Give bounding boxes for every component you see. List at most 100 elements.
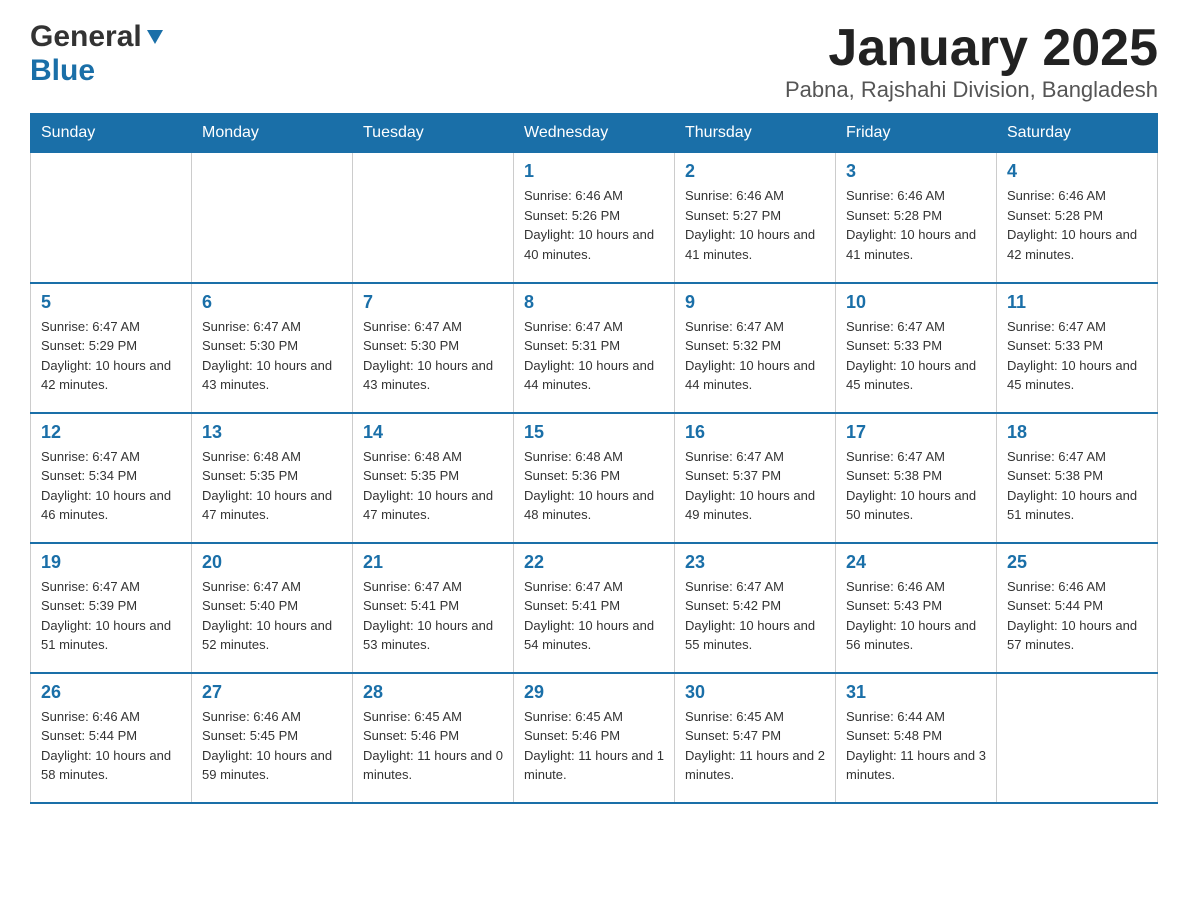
- day-number: 4: [1007, 161, 1147, 182]
- weekday-header-tuesday: Tuesday: [353, 114, 514, 153]
- calendar-cell: 23Sunrise: 6:47 AM Sunset: 5:42 PM Dayli…: [675, 543, 836, 673]
- day-number: 16: [685, 422, 825, 443]
- day-info: Sunrise: 6:46 AM Sunset: 5:44 PM Dayligh…: [41, 707, 181, 785]
- day-info: Sunrise: 6:48 AM Sunset: 5:36 PM Dayligh…: [524, 447, 664, 525]
- calendar-cell: 10 Sunrise: 6:47 AM Sunset: 5:33 PM Dayli…: [836, 283, 997, 413]
- weekday-header-thursday: Thursday: [675, 114, 836, 153]
- logo-triangle-icon: [144, 26, 166, 48]
- day-number: 22: [524, 552, 664, 573]
- page-header: General Blue January 2025 Pabna, Rajshah…: [30, 20, 1158, 103]
- day-number: 13: [202, 422, 342, 443]
- calendar-table: SundayMondayTuesdayWednesdayThursdayFrid…: [30, 113, 1158, 804]
- calendar-cell: 12 Sunrise: 6:47 AM Sunset: 5:34 PM Dayli…: [31, 413, 192, 543]
- calendar-cell: 22 Sunrise: 6:47 AM Sunset: 5:41 PM Dayli…: [514, 543, 675, 673]
- calendar-week-3: 12 Sunrise: 6:47 AM Sunset: 5:34 PM Dayli…: [31, 413, 1158, 543]
- day-info: Sunrise: 6:47 AM Sunset: 5:30 PM Dayligh…: [363, 317, 503, 395]
- day-number: 28: [363, 682, 503, 703]
- day-info: Sunrise: 6:47 AM Sunset: 5:42 PM Dayligh…: [685, 577, 825, 655]
- day-number: 17: [846, 422, 986, 443]
- page-title: January 2025: [785, 20, 1158, 77]
- calendar-cell: 19 Sunrise: 6:47 AM Sunset: 5:39 PM Dayli…: [31, 543, 192, 673]
- day-number: 11: [1007, 292, 1147, 313]
- calendar-cell: 16 Sunrise: 6:47 AM Sunset: 5:37 PM Dayli…: [675, 413, 836, 543]
- calendar-cell: 3 Sunrise: 6:46 AM Sunset: 5:28 PM Daylig…: [836, 153, 997, 283]
- day-number: 5: [41, 292, 181, 313]
- day-info: Sunrise: 6:47 AM Sunset: 5:38 PM Dayligh…: [846, 447, 986, 525]
- day-info: Sunrise: 6:47 AM Sunset: 5:32 PM Dayligh…: [685, 317, 825, 395]
- day-info: Sunrise: 6:47 AM Sunset: 5:38 PM Dayligh…: [1007, 447, 1147, 525]
- calendar-cell: 5Sunrise: 6:47 AM Sunset: 5:29 PM Daylig…: [31, 283, 192, 413]
- day-info: Sunrise: 6:46 AM Sunset: 5:26 PM Dayligh…: [524, 186, 664, 264]
- day-info: Sunrise: 6:46 AM Sunset: 5:28 PM Dayligh…: [1007, 186, 1147, 264]
- calendar-cell: [192, 153, 353, 283]
- day-info: Sunrise: 6:45 AM Sunset: 5:46 PM Dayligh…: [524, 707, 664, 785]
- day-number: 31: [846, 682, 986, 703]
- calendar-cell: 29 Sunrise: 6:45 AM Sunset: 5:46 PM Dayli…: [514, 673, 675, 803]
- day-number: 2: [685, 161, 825, 182]
- day-info: Sunrise: 6:46 AM Sunset: 5:28 PM Dayligh…: [846, 186, 986, 264]
- calendar-cell: 6 Sunrise: 6:47 AM Sunset: 5:30 PM Daylig…: [192, 283, 353, 413]
- calendar-week-1: 1 Sunrise: 6:46 AM Sunset: 5:26 PM Daylig…: [31, 153, 1158, 283]
- day-info: Sunrise: 6:47 AM Sunset: 5:41 PM Dayligh…: [524, 577, 664, 655]
- day-info: Sunrise: 6:47 AM Sunset: 5:39 PM Dayligh…: [41, 577, 181, 655]
- calendar-cell: 1 Sunrise: 6:46 AM Sunset: 5:26 PM Daylig…: [514, 153, 675, 283]
- day-number: 9: [685, 292, 825, 313]
- day-info: Sunrise: 6:46 AM Sunset: 5:45 PM Dayligh…: [202, 707, 342, 785]
- day-info: Sunrise: 6:47 AM Sunset: 5:40 PM Dayligh…: [202, 577, 342, 655]
- day-number: 7: [363, 292, 503, 313]
- calendar-week-5: 26Sunrise: 6:46 AM Sunset: 5:44 PM Dayli…: [31, 673, 1158, 803]
- day-info: Sunrise: 6:45 AM Sunset: 5:46 PM Dayligh…: [363, 707, 503, 785]
- day-info: Sunrise: 6:46 AM Sunset: 5:43 PM Dayligh…: [846, 577, 986, 655]
- day-number: 21: [363, 552, 503, 573]
- day-info: Sunrise: 6:47 AM Sunset: 5:34 PM Dayligh…: [41, 447, 181, 525]
- calendar-cell: 26Sunrise: 6:46 AM Sunset: 5:44 PM Dayli…: [31, 673, 192, 803]
- calendar-week-2: 5Sunrise: 6:47 AM Sunset: 5:29 PM Daylig…: [31, 283, 1158, 413]
- day-number: 29: [524, 682, 664, 703]
- day-number: 30: [685, 682, 825, 703]
- calendar-cell: 28 Sunrise: 6:45 AM Sunset: 5:46 PM Dayli…: [353, 673, 514, 803]
- calendar-cell: [31, 153, 192, 283]
- calendar-cell: 8Sunrise: 6:47 AM Sunset: 5:31 PM Daylig…: [514, 283, 675, 413]
- day-number: 1: [524, 161, 664, 182]
- day-number: 18: [1007, 422, 1147, 443]
- day-number: 19: [41, 552, 181, 573]
- day-info: Sunrise: 6:46 AM Sunset: 5:27 PM Dayligh…: [685, 186, 825, 264]
- day-info: Sunrise: 6:47 AM Sunset: 5:33 PM Dayligh…: [846, 317, 986, 395]
- calendar-cell: 25Sunrise: 6:46 AM Sunset: 5:44 PM Dayli…: [997, 543, 1158, 673]
- day-info: Sunrise: 6:48 AM Sunset: 5:35 PM Dayligh…: [202, 447, 342, 525]
- title-block: January 2025 Pabna, Rajshahi Division, B…: [785, 20, 1158, 103]
- weekday-header-friday: Friday: [836, 114, 997, 153]
- day-number: 25: [1007, 552, 1147, 573]
- day-number: 6: [202, 292, 342, 313]
- day-number: 3: [846, 161, 986, 182]
- logo-blue: Blue: [30, 54, 95, 87]
- logo-general: General: [30, 20, 142, 54]
- day-number: 8: [524, 292, 664, 313]
- calendar-cell: 4 Sunrise: 6:46 AM Sunset: 5:28 PM Daylig…: [997, 153, 1158, 283]
- day-info: Sunrise: 6:47 AM Sunset: 5:37 PM Dayligh…: [685, 447, 825, 525]
- calendar-body: 1 Sunrise: 6:46 AM Sunset: 5:26 PM Daylig…: [31, 153, 1158, 803]
- calendar-cell: 18 Sunrise: 6:47 AM Sunset: 5:38 PM Dayli…: [997, 413, 1158, 543]
- calendar-cell: 14Sunrise: 6:48 AM Sunset: 5:35 PM Dayli…: [353, 413, 514, 543]
- calendar-cell: 2 Sunrise: 6:46 AM Sunset: 5:27 PM Daylig…: [675, 153, 836, 283]
- day-info: Sunrise: 6:44 AM Sunset: 5:48 PM Dayligh…: [846, 707, 986, 785]
- weekday-header-row: SundayMondayTuesdayWednesdayThursdayFrid…: [31, 114, 1158, 153]
- calendar-cell: 20 Sunrise: 6:47 AM Sunset: 5:40 PM Dayli…: [192, 543, 353, 673]
- day-info: Sunrise: 6:47 AM Sunset: 5:41 PM Dayligh…: [363, 577, 503, 655]
- day-info: Sunrise: 6:47 AM Sunset: 5:33 PM Dayligh…: [1007, 317, 1147, 395]
- weekday-header-saturday: Saturday: [997, 114, 1158, 153]
- calendar-cell: 13 Sunrise: 6:48 AM Sunset: 5:35 PM Dayli…: [192, 413, 353, 543]
- calendar-cell: 30Sunrise: 6:45 AM Sunset: 5:47 PM Dayli…: [675, 673, 836, 803]
- calendar-header: SundayMondayTuesdayWednesdayThursdayFrid…: [31, 114, 1158, 153]
- day-info: Sunrise: 6:48 AM Sunset: 5:35 PM Dayligh…: [363, 447, 503, 525]
- day-number: 10: [846, 292, 986, 313]
- day-info: Sunrise: 6:47 AM Sunset: 5:30 PM Dayligh…: [202, 317, 342, 395]
- calendar-cell: 9 Sunrise: 6:47 AM Sunset: 5:32 PM Daylig…: [675, 283, 836, 413]
- day-number: 27: [202, 682, 342, 703]
- day-number: 15: [524, 422, 664, 443]
- day-number: 20: [202, 552, 342, 573]
- day-number: 12: [41, 422, 181, 443]
- logo: General Blue: [30, 20, 168, 88]
- calendar-week-4: 19 Sunrise: 6:47 AM Sunset: 5:39 PM Dayli…: [31, 543, 1158, 673]
- page-subtitle: Pabna, Rajshahi Division, Bangladesh: [785, 77, 1158, 103]
